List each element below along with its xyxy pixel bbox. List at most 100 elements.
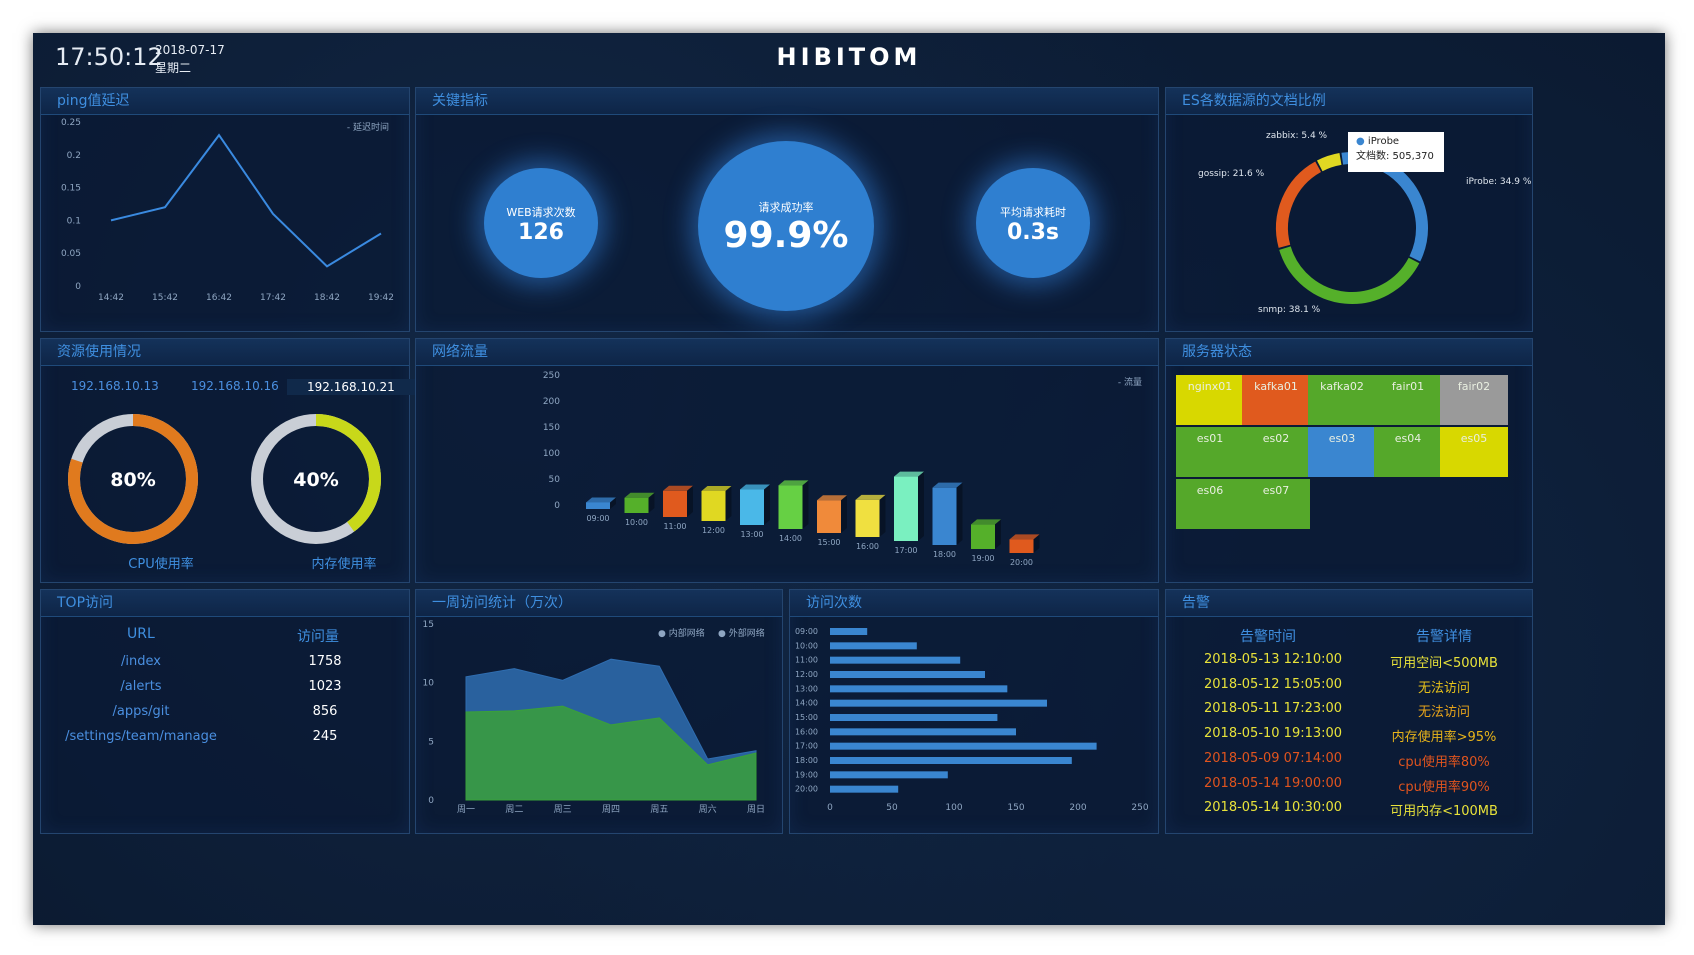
resource-panel-title: 资源使用情况 xyxy=(41,339,409,366)
mem-gauge-value: 40% xyxy=(293,469,338,491)
top-panel: TOP访问 URL 访问量 /index 1758/alerts 1023/apps… xyxy=(40,589,410,834)
server-tile-kafka02: kafka02 xyxy=(1308,375,1376,425)
traffic-x-tick: 15:00 xyxy=(817,538,840,547)
weekly-x-tick: 周四 xyxy=(602,804,620,815)
visits-y-tick: 11:00 xyxy=(795,656,818,665)
traffic-bar xyxy=(855,499,880,537)
success-rate-bubble: 请求成功率 99.9% xyxy=(698,141,874,311)
traffic-bar xyxy=(932,487,957,545)
weekly-y-tick: 10 xyxy=(423,679,435,689)
weekly-x-tick: 周三 xyxy=(554,804,572,815)
ping-y-tick: 0.1 xyxy=(67,216,81,226)
alarm-panel: 告警 告警时间 告警详情 2018-05-13 12:10:00 可用空间<500… xyxy=(1165,589,1533,834)
traffic-bar-side xyxy=(764,484,770,525)
ping-panel: ping值延迟 0 0.05 0.1 0.15 0.2 0.25 14:42 15:42 16:… xyxy=(40,87,410,332)
top-col-count: 访问量 xyxy=(297,629,339,645)
es-slice-label: zabbix: 5.4 % xyxy=(1266,131,1328,141)
ip-tab-1[interactable]: 192.168.10.13 xyxy=(71,379,159,393)
cpu-usage-label: CPU使用率 xyxy=(128,557,194,572)
traffic-x-tick: 18:00 xyxy=(933,550,956,559)
visits-bar xyxy=(830,771,948,779)
weekly-x-tick: 周二 xyxy=(505,804,523,815)
alarm-row-detail: 可用内存<100MB xyxy=(1390,804,1498,820)
visits-bar xyxy=(830,728,1016,736)
alarm-col-detail: 告警详情 xyxy=(1416,629,1472,645)
es-slice xyxy=(1276,161,1322,248)
visits-bar xyxy=(830,742,1097,750)
ip-tab-3[interactable]: 192.168.10.21 xyxy=(287,379,415,395)
ping-line-chart: 0 0.05 0.1 0.15 0.2 0.25 14:42 15:42 16:42 17:42 1… xyxy=(61,118,394,303)
traffic-x-tick: 11:00 xyxy=(663,522,686,531)
visits-x-tick: 0 xyxy=(827,803,833,813)
alarm-panel-title: 告警 xyxy=(1166,590,1532,617)
visits-bar xyxy=(830,685,1008,693)
server-tile-fair02: fair02 xyxy=(1440,375,1508,425)
alarm-row-time: 2018-05-11 17:23:00 xyxy=(1204,701,1343,717)
visits-y-tick: 15:00 xyxy=(795,713,818,722)
visits-y-tick: 19:00 xyxy=(795,770,818,779)
server-tile-es06: es06 xyxy=(1176,479,1244,529)
es-slice-label: iProbe: 34.9 % xyxy=(1466,177,1532,187)
es-slice-label: snmp: 38.1 % xyxy=(1258,305,1321,315)
top-row-url: /alerts xyxy=(120,679,162,694)
visits-x-tick: 100 xyxy=(945,803,962,813)
es-tooltip-text: 文档数: 505,370 xyxy=(1356,151,1434,162)
visits-y-tick: 09:00 xyxy=(795,627,818,636)
ping-y-tick: 0.2 xyxy=(67,151,81,161)
weekly-area-chart: 0 5 10 15 周一 周二 周三 周四 周五 周六 周日 ● 内部网络 ● 外部网络 xyxy=(423,620,765,815)
server-panel: 服务器状态 nginx01 kafka01 kafka02 fair01 fair02 e… xyxy=(1165,338,1533,583)
avg-latency-bubble: 平均请求耗时 0.3s xyxy=(976,168,1090,278)
server-tile-es03: es03 xyxy=(1308,427,1376,477)
traffic-legend: - 流量 xyxy=(1118,376,1142,388)
weekly-legend-1: ● 内部网络 xyxy=(658,627,705,639)
alarm-row-detail: 内存使用率>95% xyxy=(1391,730,1497,746)
alarm-row-detail: 无法访问 xyxy=(1417,705,1470,721)
resource-panel: 资源使用情况 192.168.10.13 192.168.10.16 192.1… xyxy=(40,338,415,583)
success-rate-value: 99.9% xyxy=(723,215,849,256)
top-row-count: 856 xyxy=(312,704,338,719)
resource-gauges: 80% 40% xyxy=(68,414,381,544)
alarm-row-time: 2018-05-13 12:10:00 xyxy=(1204,652,1343,667)
server-tile-fair01: fair01 xyxy=(1374,375,1442,425)
traffic-bar xyxy=(586,502,610,509)
traffic-bar xyxy=(894,476,918,541)
traffic-bar xyxy=(740,489,764,525)
web-requests-bubble: WEB请求次数 126 xyxy=(484,168,598,278)
visits-y-tick: 20:00 xyxy=(795,785,818,794)
weekly-legend-2: ● 外部网络 xyxy=(718,627,765,639)
alarm-row-time: 2018-05-12 15:05:00 xyxy=(1204,676,1343,692)
ping-series-line xyxy=(110,133,382,268)
server-tile-es02: es02 xyxy=(1242,427,1310,477)
traffic-x-tick: 12:00 xyxy=(702,526,725,535)
visits-y-tick: 18:00 xyxy=(795,756,818,765)
visits-y-tick: 12:00 xyxy=(795,670,818,679)
web-requests-label: WEB请求次数 xyxy=(506,206,576,219)
alarm-col-time: 告警时间 xyxy=(1240,629,1296,645)
weekly-panel-title: 一周访问统计（万次） xyxy=(416,590,782,617)
traffic-y-tick: 0 xyxy=(554,501,560,511)
ping-y-tick: 0 xyxy=(75,282,81,292)
visits-x-tick: 250 xyxy=(1131,803,1148,813)
visits-panel: 访问次数 09:00 10:00 11:00 12:00 13:00 14:00 15:00… xyxy=(789,589,1159,834)
server-tile-es01: es01 xyxy=(1176,427,1244,477)
traffic-x-tick: 10:00 xyxy=(625,518,648,527)
visits-bar xyxy=(830,671,985,678)
alarm-row-time: 2018-05-14 19:00:00 xyxy=(1204,775,1343,791)
weekly-x-tick: 周一 xyxy=(457,804,475,815)
server-tile-es04: es04 xyxy=(1374,427,1442,477)
weekly-y-tick: 5 xyxy=(428,737,434,747)
ping-y-tick: 0.25 xyxy=(61,118,81,128)
weekly-panel: 一周访问统计（万次） 0 5 10 15 周一 周二 周三 周四 周五 周六 周日 ● 内部网络 ● 外… xyxy=(415,589,783,834)
web-requests-value: 126 xyxy=(518,220,564,245)
visits-y-tick: 13:00 xyxy=(795,684,818,693)
weekly-y-tick: 0 xyxy=(428,796,434,806)
alarm-row-detail: cpu使用率80% xyxy=(1398,754,1490,770)
top-panel-title: TOP访问 xyxy=(41,590,409,617)
visits-bar-chart: 09:00 10:00 11:00 12:00 13:00 14:00 15:00 16:00… xyxy=(795,627,1149,813)
server-tile-kafka01: kafka01 xyxy=(1242,375,1310,425)
ip-tab-2[interactable]: 192.168.10.16 xyxy=(191,379,279,393)
alarm-row-detail: cpu使用率90% xyxy=(1398,779,1490,795)
top-row-count: 1023 xyxy=(308,679,342,694)
visits-y-tick: 10:00 xyxy=(795,641,818,650)
traffic-bar-side xyxy=(956,482,963,545)
